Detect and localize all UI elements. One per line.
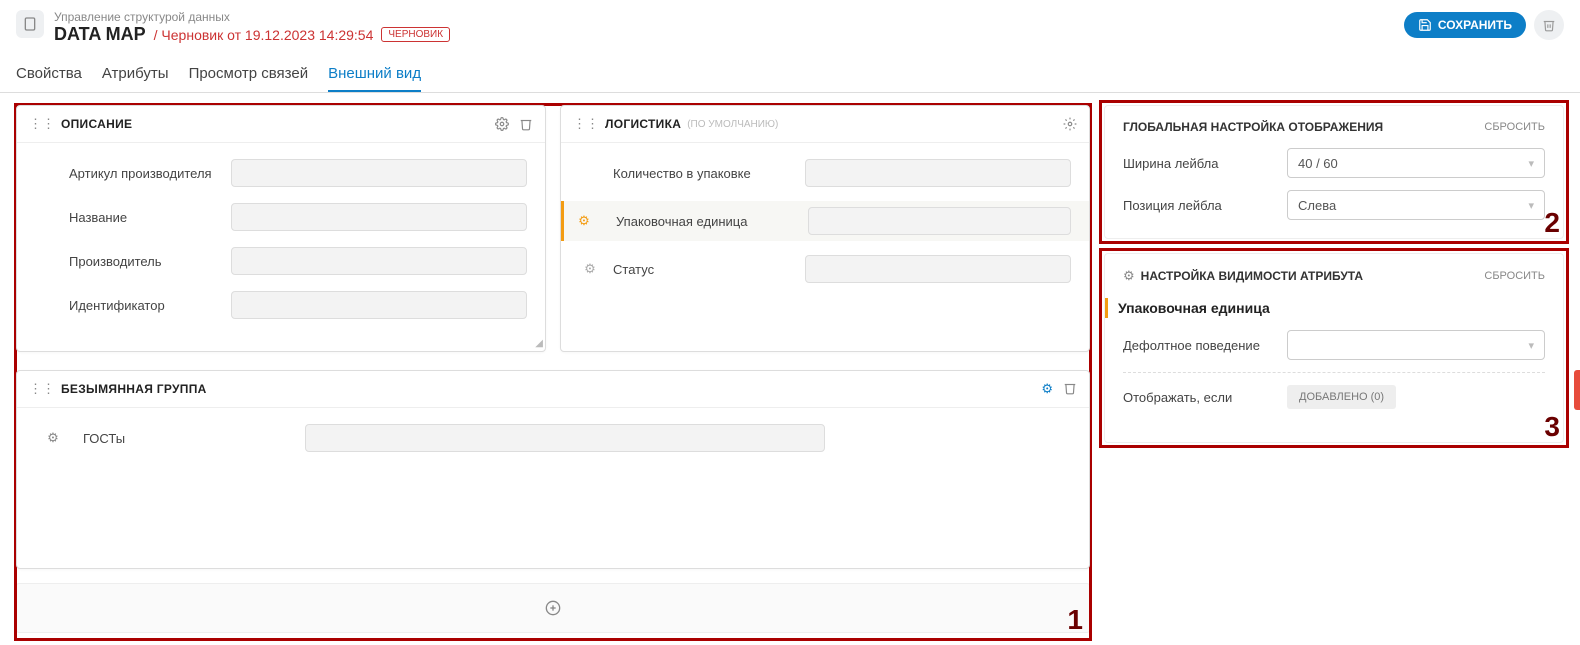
field-label: Производитель: [69, 254, 219, 269]
drag-handle-icon[interactable]: ⋮⋮: [573, 116, 599, 132]
trash-icon[interactable]: [1063, 381, 1077, 397]
group-description: ⋮⋮ ОПИСАНИЕ Артикул производителя Назван…: [16, 105, 546, 352]
field-row[interactable]: Количество в упаковке: [579, 157, 1071, 189]
show-if-label: Отображать, если: [1123, 390, 1273, 405]
group-logistics: ⋮⋮ ЛОГИСТИКА (ПО УМОЛЧАНИЮ) Количество в…: [560, 105, 1090, 352]
field-input[interactable]: [805, 255, 1071, 283]
add-group-button[interactable]: [16, 583, 1090, 633]
field-label: Название: [69, 210, 219, 225]
reset-button[interactable]: СБРОСИТЬ: [1484, 270, 1545, 282]
resize-handle-icon[interactable]: ◢: [535, 338, 543, 349]
annotation-2: 2: [1544, 207, 1560, 239]
label-pos-label: Позиция лейбла: [1123, 198, 1273, 213]
gear-icon[interactable]: ⚙: [1041, 381, 1053, 397]
gear-icon[interactable]: [1063, 117, 1077, 131]
added-conditions-button[interactable]: ДОБАВЛЕНО (0): [1287, 385, 1396, 409]
attribute-visibility-settings: 3 ⚙ НАСТРОЙКА ВИДИМОСТИ АТРИБУТА СБРОСИТ…: [1104, 253, 1564, 443]
document-icon: [16, 10, 44, 38]
default-behavior-select[interactable]: ▾: [1287, 330, 1545, 360]
group-title: ЛОГИСТИКА: [605, 117, 681, 131]
field-input[interactable]: [805, 159, 1071, 187]
tab-attributes[interactable]: Атрибуты: [102, 59, 169, 92]
reset-button[interactable]: СБРОСИТЬ: [1484, 121, 1545, 133]
chevron-down-icon: ▾: [1528, 339, 1534, 352]
field-label: Идентификатор: [69, 298, 219, 313]
label-width-select[interactable]: 40 / 60 ▾: [1287, 148, 1545, 178]
page-header: Управление структурой данных DATA MAP / …: [0, 0, 1580, 45]
save-button-label: СОХРАНИТЬ: [1438, 18, 1512, 32]
tab-links[interactable]: Просмотр связей: [189, 59, 309, 92]
draft-info: / Черновик от 19.12.2023 14:29:54: [154, 27, 374, 43]
chevron-down-icon: ▾: [1528, 199, 1534, 212]
field-row[interactable]: Идентификатор: [35, 289, 527, 321]
panel-title: ГЛОБАЛЬНАЯ НАСТРОЙКА ОТОБРАЖЕНИЯ: [1123, 120, 1383, 134]
field-input[interactable]: [305, 424, 825, 452]
layout-area: 1 ⋮⋮ ОПИСАНИЕ Артикул производителя Назв…: [16, 105, 1090, 633]
group-title: БЕЗЫМЯННАЯ ГРУППА: [61, 382, 207, 396]
field-label: ГОСТы: [83, 431, 293, 446]
delete-button[interactable]: [1534, 10, 1564, 40]
selected-attribute-name: Упаковочная единица: [1105, 298, 1545, 318]
chevron-down-icon: ▾: [1528, 157, 1534, 170]
annotation-3: 3: [1544, 411, 1560, 443]
tab-properties[interactable]: Свойства: [16, 59, 82, 92]
field-label: Количество в упаковке: [613, 166, 793, 181]
side-marker: [1574, 370, 1580, 410]
field-row[interactable]: ⚙ ГОСТы: [35, 422, 1071, 454]
field-row-selected[interactable]: ⚙ Упаковочная единица: [561, 201, 1089, 241]
default-behavior-label: Дефолтное поведение: [1123, 338, 1273, 353]
field-input[interactable]: [231, 247, 527, 275]
field-input[interactable]: [808, 207, 1071, 235]
tab-appearance[interactable]: Внешний вид: [328, 59, 421, 92]
field-row[interactable]: Артикул производителя: [35, 157, 527, 189]
field-row[interactable]: Название: [35, 201, 527, 233]
gear-icon[interactable]: ⚙: [564, 213, 604, 229]
gear-icon[interactable]: [495, 117, 509, 131]
drag-handle-icon[interactable]: ⋮⋮: [29, 381, 55, 397]
draft-badge: ЧЕРНОВИК: [381, 27, 450, 42]
field-row[interactable]: ⚙ Статус: [579, 253, 1071, 285]
save-button[interactable]: СОХРАНИТЬ: [1404, 12, 1526, 38]
field-input[interactable]: [231, 291, 527, 319]
trash-icon[interactable]: [519, 117, 533, 131]
panel-title: НАСТРОЙКА ВИДИМОСТИ АТРИБУТА: [1141, 269, 1363, 283]
page-title: DATA MAP: [54, 24, 146, 45]
breadcrumb: Управление структурой данных: [54, 10, 450, 24]
field-label: Упаковочная единица: [616, 214, 796, 229]
global-display-settings: 2 ГЛОБАЛЬНАЯ НАСТРОЙКА ОТОБРАЖЕНИЯ СБРОС…: [1104, 105, 1564, 239]
group-subtitle: (ПО УМОЛЧАНИЮ): [687, 119, 778, 130]
group-title: ОПИСАНИЕ: [61, 117, 132, 131]
select-value: Слева: [1298, 198, 1336, 213]
field-row[interactable]: Производитель: [35, 245, 527, 277]
label-width-label: Ширина лейбла: [1123, 156, 1273, 171]
select-value: 40 / 60: [1298, 156, 1338, 171]
label-pos-select[interactable]: Слева ▾: [1287, 190, 1545, 220]
field-label: Статус: [613, 262, 793, 277]
group-unnamed: ⋮⋮ БЕЗЫМЯННАЯ ГРУППА ⚙ ⚙ ГОСТы: [16, 370, 1090, 569]
drag-handle-icon[interactable]: ⋮⋮: [29, 116, 55, 132]
gear-icon: ⚙: [1123, 268, 1135, 284]
gear-icon[interactable]: ⚙: [579, 261, 601, 277]
field-input[interactable]: [231, 203, 527, 231]
gear-icon[interactable]: ⚙: [35, 430, 71, 446]
field-input[interactable]: [231, 159, 527, 187]
field-label: Артикул производителя: [69, 166, 219, 181]
tabs: Свойства Атрибуты Просмотр связей Внешни…: [0, 51, 1580, 93]
settings-column: 2 ГЛОБАЛЬНАЯ НАСТРОЙКА ОТОБРАЖЕНИЯ СБРОС…: [1104, 105, 1564, 633]
